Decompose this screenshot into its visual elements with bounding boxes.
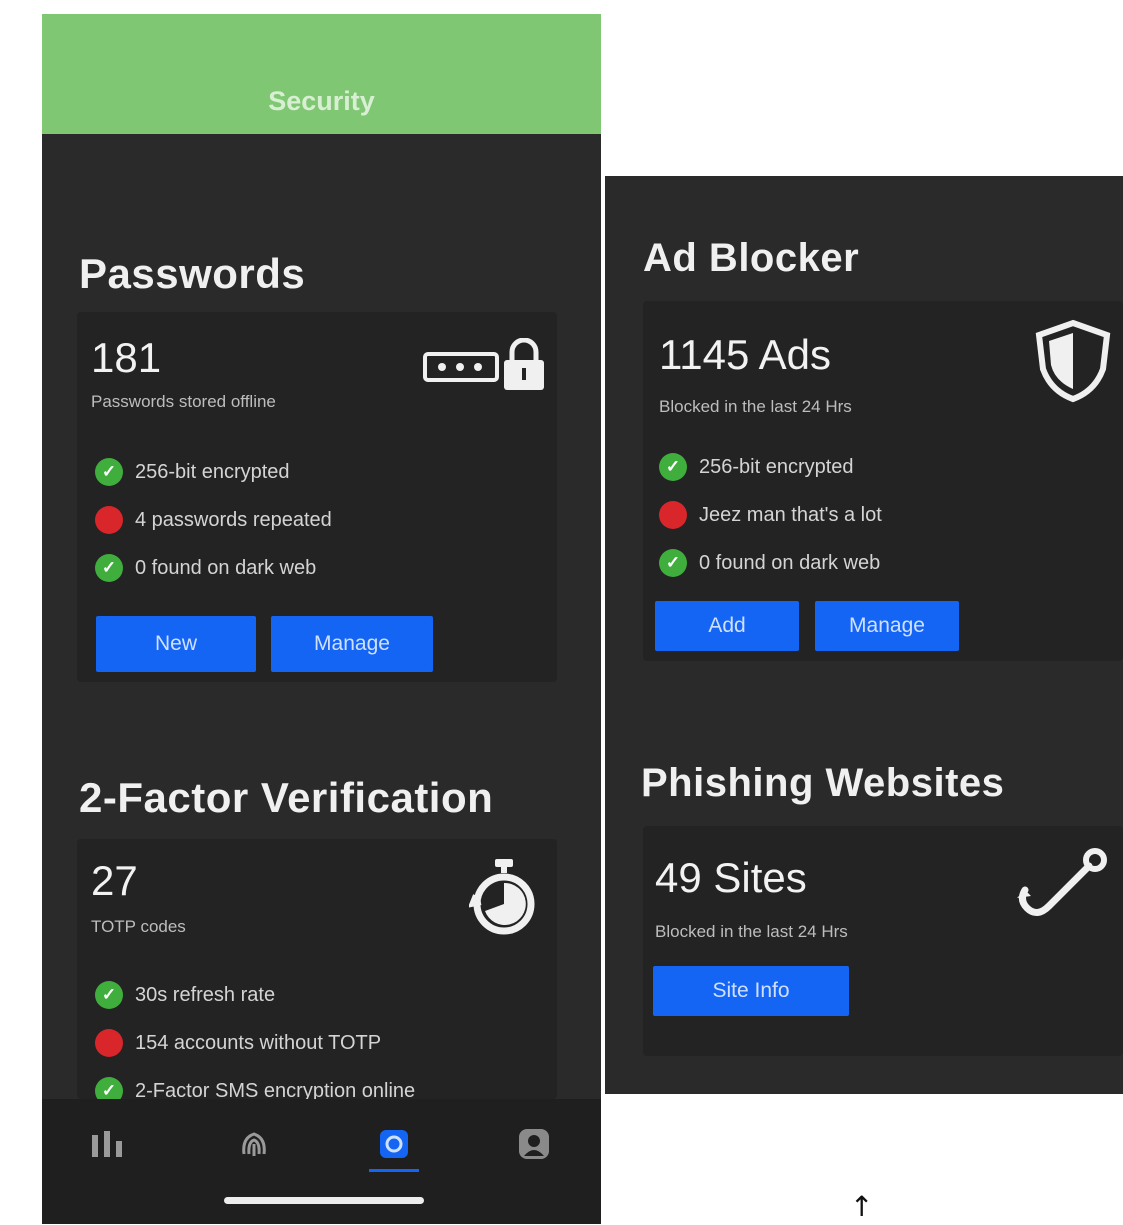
check-item: 4 passwords repeated bbox=[95, 506, 332, 534]
security-icon bbox=[380, 1130, 408, 1158]
ad-blocker-screen: Ad Blocker 1145 Ads Blocked in the last … bbox=[605, 176, 1123, 1094]
check-item: ✓ 30s refresh rate bbox=[95, 981, 275, 1009]
security-screen: Security Passwords 181 Passwords stored … bbox=[42, 14, 601, 1224]
home-indicator bbox=[224, 1197, 424, 1204]
manage-ad-blocker-button[interactable]: Manage bbox=[815, 601, 959, 651]
stopwatch-icon bbox=[467, 857, 539, 942]
ad-blocker-section-title: Ad Blocker bbox=[643, 236, 860, 280]
check-item: 154 accounts without TOTP bbox=[95, 1029, 381, 1057]
passwords-card: 181 Passwords stored offline ✓ 256-bit e… bbox=[77, 312, 557, 682]
manage-passwords-button[interactable]: Manage bbox=[271, 616, 433, 672]
two-factor-subtitle: TOTP codes bbox=[91, 917, 186, 936]
page-title: Security bbox=[268, 86, 375, 116]
fishing-hook-icon bbox=[1011, 844, 1111, 929]
two-factor-count: 27 bbox=[91, 857, 138, 904]
phishing-count: 49 Sites bbox=[655, 854, 807, 901]
passwords-section-title: Passwords bbox=[79, 250, 306, 297]
ad-blocker-subtitle: Blocked in the last 24 Hrs bbox=[659, 397, 852, 416]
tab-bar bbox=[42, 1099, 601, 1224]
two-factor-card: 27 TOTP codes ✓ 30s refresh rate 154 acc… bbox=[77, 839, 557, 1105]
check-text: 256-bit encrypted bbox=[699, 455, 854, 478]
check-ok-icon: ✓ bbox=[95, 981, 123, 1009]
check-ok-icon: ✓ bbox=[659, 549, 687, 577]
check-text: 0 found on dark web bbox=[699, 551, 881, 574]
password-lock-icon bbox=[422, 337, 552, 395]
check-ok-icon: ✓ bbox=[659, 453, 687, 481]
check-text: 154 accounts without TOTP bbox=[135, 1031, 382, 1054]
active-tab-indicator bbox=[369, 1169, 419, 1172]
passwords-subtitle: Passwords stored offline bbox=[91, 392, 276, 411]
two-factor-section-title: 2-Factor Verification bbox=[79, 774, 494, 821]
phishing-subtitle: Blocked in the last 24 Hrs bbox=[655, 922, 848, 941]
check-item: ✓ 0 found on dark web bbox=[659, 549, 880, 577]
tab-profile[interactable] bbox=[504, 1119, 564, 1169]
check-item: ✓ 256-bit encrypted bbox=[95, 458, 290, 486]
ad-blocker-card: 1145 Ads Blocked in the last 24 Hrs ✓ 25… bbox=[643, 301, 1123, 661]
phishing-card: 49 Sites Blocked in the last 24 Hrs Site… bbox=[643, 826, 1123, 1056]
stats-icon bbox=[92, 1131, 122, 1157]
site-info-button[interactable]: Site Info bbox=[653, 966, 849, 1016]
check-warn-icon bbox=[659, 501, 687, 529]
header-bar: Security bbox=[42, 14, 601, 134]
ad-blocker-count: 1145 Ads bbox=[659, 331, 832, 378]
check-text: 4 passwords repeated bbox=[135, 508, 332, 531]
check-item: Jeez man that's a lot bbox=[659, 501, 882, 529]
check-ok-icon: ✓ bbox=[95, 458, 123, 486]
shield-icon bbox=[1033, 319, 1113, 408]
tab-security[interactable] bbox=[364, 1119, 424, 1172]
add-ad-rule-button[interactable]: Add bbox=[655, 601, 799, 651]
check-item: ✓ 0 found on dark web bbox=[95, 554, 316, 582]
passwords-count: 181 bbox=[91, 334, 162, 381]
profile-icon bbox=[519, 1129, 549, 1159]
tab-stats[interactable] bbox=[80, 1119, 140, 1169]
fingerprint-icon bbox=[242, 1132, 266, 1156]
check-warn-icon bbox=[95, 506, 123, 534]
check-text: 30s refresh rate bbox=[135, 983, 276, 1006]
check-ok-icon: ✓ bbox=[95, 554, 123, 582]
check-warn-icon bbox=[95, 1029, 123, 1057]
new-password-button[interactable]: New bbox=[96, 616, 256, 672]
tab-fingerprint[interactable] bbox=[224, 1119, 284, 1169]
check-text: 256-bit encrypted bbox=[135, 460, 290, 483]
annotation-arrow: ↑ bbox=[850, 1190, 874, 1223]
check-item: ✓ 256-bit encrypted bbox=[659, 453, 854, 481]
phishing-section-title: Phishing Websites bbox=[641, 761, 1005, 805]
check-text: 0 found on dark web bbox=[135, 556, 317, 579]
check-text: Jeez man that's a lot bbox=[699, 503, 882, 526]
